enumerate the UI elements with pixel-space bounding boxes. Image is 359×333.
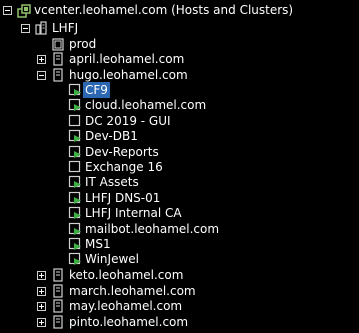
tree-item-vm[interactable]: CF9 [83,82,110,98]
inventory-tree: vcenter.leohamel.com (Hosts and Clusters… [0,0,359,333]
vm-powered-on-icon [68,175,81,188]
host-icon [53,315,63,329]
tree-item-vm[interactable]: Dev-DB1 [83,128,140,144]
vm-powered-on-icon [68,191,81,204]
vm-powered-on-icon [68,129,81,142]
tree-item-vm[interactable]: Exchange 16 [83,159,165,175]
tree-item-host[interactable]: march.leohamel.com [67,283,198,299]
vm-powered-on-icon [68,252,81,265]
tree-item-vm[interactable]: cloud.leohamel.com [83,97,208,113]
datacenter-icon [35,21,47,35]
tree-item-host[interactable]: keto.leohamel.com [67,267,185,283]
tree-item-vm[interactable]: LHFJ Internal CA [83,205,184,221]
vm-powered-on-icon [68,83,81,96]
tree-item-host[interactable]: april.leohamel.com [67,51,186,67]
host-icon [53,52,63,66]
vm-powered-off-icon [68,160,81,173]
collapse-root-toggle[interactable] [3,6,12,15]
host-icon [53,268,63,282]
expand-host-toggle[interactable] [37,318,46,327]
tree-item-host[interactable]: may.leohamel.com [67,298,184,314]
tree-item-cluster[interactable]: prod [67,36,98,52]
vm-powered-on-icon [68,206,81,219]
tree-item-vm[interactable]: MS1 [83,236,113,252]
expand-host-toggle[interactable] [37,271,46,280]
expand-host-toggle[interactable] [37,287,46,296]
host-icon [53,68,63,82]
host-icon [53,284,63,298]
tree-item-datacenter[interactable]: LHFJ [50,20,80,36]
expand-host-toggle[interactable] [37,302,46,311]
collapse-datacenter-toggle[interactable] [21,24,30,33]
tree-item-vm[interactable]: Dev-Reports [83,144,161,160]
tree-item-vm[interactable]: LHFJ DNS-01 [83,190,162,206]
tree-item-host[interactable]: pinto.leohamel.com [67,314,190,330]
vm-powered-on-icon [68,98,81,111]
tree-item-vm[interactable]: DC 2019 - GUI [83,113,173,129]
vm-powered-on-icon [68,222,81,235]
host-icon [53,299,63,313]
tree-item-vm[interactable]: IT Assets [83,174,141,190]
expand-host-toggle[interactable] [37,55,46,64]
vcenter-icon [17,4,31,18]
cluster-icon [52,38,64,51]
vm-powered-on-icon [68,237,81,250]
tree-item-vcenter[interactable]: vcenter.leohamel.com (Hosts and Clusters… [32,2,295,18]
vm-powered-off-icon [68,114,81,127]
tree-item-host[interactable]: hugo.leohamel.com [67,67,190,83]
tree-item-vm[interactable]: mailbot.leohamel.com [83,221,221,237]
vm-powered-on-icon [68,145,81,158]
tree-item-vm[interactable]: WinJewel [83,251,141,267]
collapse-host-toggle[interactable] [37,71,46,80]
